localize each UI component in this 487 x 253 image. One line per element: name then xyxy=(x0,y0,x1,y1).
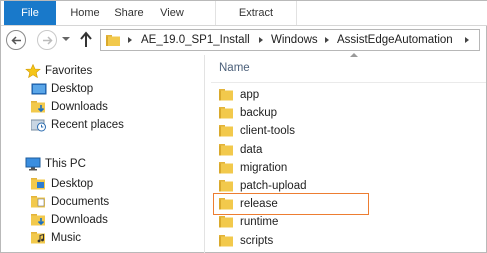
music-icon xyxy=(31,231,47,245)
tab-extract[interactable]: Extract xyxy=(215,1,297,25)
folder-row[interactable]: migration xyxy=(219,159,469,177)
tab-share[interactable]: Share xyxy=(110,1,148,25)
folder-row[interactable]: scripts xyxy=(219,232,469,250)
up-arrow-icon[interactable] xyxy=(79,31,93,48)
desktop-icon xyxy=(31,82,47,96)
folder-name: backup xyxy=(240,107,278,120)
nav-favorites-label: Favorites xyxy=(45,65,93,77)
folder-row[interactable]: app xyxy=(219,86,469,104)
downloads-folder-icon xyxy=(31,213,47,227)
recent-locations-dropdown[interactable] xyxy=(62,37,70,41)
folder-name: migration xyxy=(240,161,288,174)
nav-item-label: Documents xyxy=(51,196,110,208)
navigation-bar: AE_19.0_SP1_Install Windows AssistEdgeAu… xyxy=(1,27,487,53)
folder-name: app xyxy=(240,89,260,101)
folder-name: data xyxy=(240,143,263,156)
ribbon: File Home Share View Extract xyxy=(1,1,487,26)
navigation-pane: Favorites Desktop Downloads Recent place… xyxy=(1,57,201,253)
folder-row[interactable]: runtime xyxy=(219,213,469,231)
breadcrumb-assistedgeautomation[interactable]: AssistEdgeAutomation xyxy=(337,30,453,50)
star-icon xyxy=(25,63,41,79)
folder-name: client-tools xyxy=(240,125,295,138)
highlight-box xyxy=(213,193,369,215)
breadcrumb-separator-icon[interactable] xyxy=(128,37,132,43)
file-list: Name app backup client-tools data migration p… xyxy=(205,55,487,253)
folder-name: scripts xyxy=(240,234,274,247)
folder-icon xyxy=(219,234,235,253)
nav-item-label: Downloads xyxy=(51,214,108,226)
downloads-icon xyxy=(31,100,47,114)
tab-view[interactable]: View xyxy=(153,1,191,25)
back-button[interactable] xyxy=(6,30,26,50)
address-bar[interactable]: AE_19.0_SP1_Install Windows AssistEdgeAu… xyxy=(100,29,480,51)
forward-arrow-icon xyxy=(43,36,53,45)
column-header-name[interactable]: Name xyxy=(219,62,250,74)
computer-icon xyxy=(25,157,41,171)
breadcrumb-ae-install[interactable]: AE_19.0_SP1_Install xyxy=(141,30,250,50)
folder-icon xyxy=(106,35,120,46)
nav-this-pc-label: This PC xyxy=(45,158,86,170)
documents-icon xyxy=(31,195,47,209)
nav-item-label: Downloads xyxy=(51,101,108,113)
folder-row[interactable]: backup xyxy=(219,104,469,122)
nav-item-label: Music xyxy=(51,232,82,244)
nav-item-label: Recent places xyxy=(51,119,124,131)
column-header-divider xyxy=(211,82,486,83)
tab-file[interactable]: File xyxy=(4,1,56,25)
folder-row[interactable]: client-tools xyxy=(219,122,469,140)
folder-row[interactable]: data xyxy=(219,141,469,159)
recent-places-icon xyxy=(30,118,47,132)
tab-home[interactable]: Home xyxy=(63,1,107,25)
breadcrumb-separator-icon[interactable] xyxy=(325,37,329,43)
forward-button[interactable] xyxy=(37,30,57,50)
nav-item-label: Desktop xyxy=(51,178,94,190)
breadcrumb-separator-icon[interactable] xyxy=(259,37,263,43)
breadcrumb-separator-icon[interactable] xyxy=(465,37,469,43)
back-arrow-icon xyxy=(11,36,21,45)
desktop-folder-icon xyxy=(31,177,47,191)
nav-item-label: Desktop xyxy=(51,83,94,95)
folder-name: runtime xyxy=(240,216,279,229)
breadcrumb-windows[interactable]: Windows xyxy=(271,30,318,50)
